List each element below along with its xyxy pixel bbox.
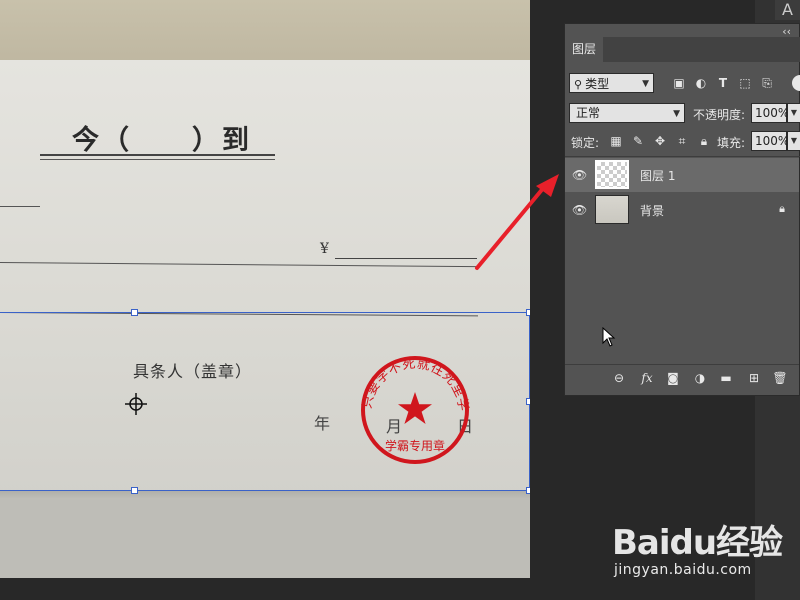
- corner-label: A: [775, 0, 800, 20]
- layer-thumbnail: [595, 195, 629, 224]
- reference-point-icon[interactable]: [125, 393, 147, 415]
- transform-bounding-box[interactable]: [0, 312, 530, 491]
- lock-artboard-icon[interactable]: ⌗: [675, 134, 689, 148]
- link-icon[interactable]: ⊖: [611, 370, 627, 386]
- filter-row: ⚲ 类型 ▼ ▣ ◐ T ⬚ ⎘: [569, 73, 800, 95]
- lock-position-icon[interactable]: ✥: [653, 134, 667, 148]
- filter-toggle-switch[interactable]: [792, 75, 800, 91]
- canvas-background-bottom: [0, 498, 530, 578]
- transform-handle-bottom[interactable]: [131, 487, 138, 494]
- blend-mode-select[interactable]: 正常 ▼: [569, 103, 685, 123]
- fill-label: 填充:: [717, 136, 746, 150]
- mouse-cursor-icon: [602, 327, 616, 347]
- layer-thumbnail: [595, 160, 629, 189]
- filter-adjustment-icon[interactable]: ◐: [693, 75, 709, 91]
- panel-divider: [565, 156, 800, 157]
- document-canvas[interactable]: 今（ ）到 ¥ 具条人（盖章） 年 月 日 只要学不死就往死里学 学霸专用章: [0, 0, 530, 578]
- amount-line: [335, 258, 477, 259]
- paper-edge: [0, 490, 530, 498]
- transform-handle-top[interactable]: [131, 309, 138, 316]
- layer-filter-select[interactable]: ⚲ 类型 ▼: [569, 73, 654, 93]
- layer-name[interactable]: 图层 1: [640, 167, 675, 184]
- chevron-down-icon: ▼: [673, 109, 680, 119]
- title-underline-thin: [40, 159, 275, 160]
- tab-layers[interactable]: 图层: [565, 37, 603, 62]
- fill-input[interactable]: 100%: [751, 131, 789, 151]
- blend-mode-value: 正常: [576, 106, 601, 120]
- search-icon: ⚲: [574, 78, 583, 91]
- layers-footer-toolbar: ⊖ fx ◙ ◑ ▬ ⊞ 🗑︎: [565, 364, 799, 391]
- folder-icon[interactable]: ▬: [718, 370, 734, 386]
- chevron-down-icon: ▼: [642, 79, 649, 89]
- new-layer-icon[interactable]: ⊞: [746, 370, 762, 386]
- filter-smart-object-icon[interactable]: ⎘: [759, 75, 775, 91]
- title-underline: [40, 154, 275, 156]
- panel-tab-bar: 图层: [565, 37, 800, 62]
- watermark-logo: Baidu经验: [612, 523, 783, 563]
- watermark-url: jingyan.baidu.com: [614, 562, 752, 578]
- workspace-gap: [530, 0, 560, 600]
- fill-dropdown-button[interactable]: ▼: [787, 131, 800, 151]
- adjustment-icon[interactable]: ◑: [692, 370, 708, 386]
- opacity-dropdown-button[interactable]: ▼: [787, 103, 800, 123]
- lock-icon[interactable]: 🔒︎: [779, 202, 785, 216]
- filter-pixel-icon[interactable]: ▣: [671, 75, 687, 91]
- filter-label: 类型: [585, 77, 610, 91]
- trash-icon[interactable]: 🗑︎: [772, 370, 788, 386]
- lock-paint-icon[interactable]: ✎: [631, 134, 645, 148]
- opacity-label: 不透明度:: [693, 108, 746, 122]
- eye-icon[interactable]: 👁︎: [572, 203, 587, 217]
- layer-row-background[interactable]: 👁︎ 背景 🔒︎: [565, 193, 799, 227]
- filter-shape-icon[interactable]: ⬚: [737, 75, 753, 91]
- lock-all-icon[interactable]: 🔒︎: [697, 134, 711, 148]
- currency-symbol: ¥: [320, 241, 329, 257]
- filter-type-icon[interactable]: T: [715, 75, 731, 91]
- lock-transparent-icon[interactable]: ▦: [609, 134, 623, 148]
- baidu-watermark: Baidu经验 jingyan.baidu.com: [612, 515, 797, 585]
- blend-row: 正常 ▼ 不透明度: 100% ▼: [569, 103, 800, 125]
- layers-panel: ‹‹ 图层 ⚲ 类型 ▼ ▣ ◐ T ⬚ ⎘ 正常 ▼ 不透明度: 100% ▼ …: [564, 23, 800, 396]
- layer-name[interactable]: 背景: [640, 202, 664, 219]
- mask-icon[interactable]: ◙: [665, 370, 681, 386]
- eye-icon[interactable]: 👁︎: [572, 168, 587, 182]
- lock-row: 锁定: ▦ ✎ ✥ ⌗ 🔒︎ 填充: 100% ▼: [569, 131, 800, 153]
- fx-icon[interactable]: fx: [639, 370, 655, 386]
- opacity-input[interactable]: 100%: [751, 103, 789, 123]
- form-line: [0, 206, 40, 207]
- receipt-title: 今（ ）到: [72, 125, 252, 156]
- layer-row-layer1[interactable]: 👁︎ 图层 1: [565, 158, 799, 192]
- lock-label: 锁定:: [571, 136, 600, 150]
